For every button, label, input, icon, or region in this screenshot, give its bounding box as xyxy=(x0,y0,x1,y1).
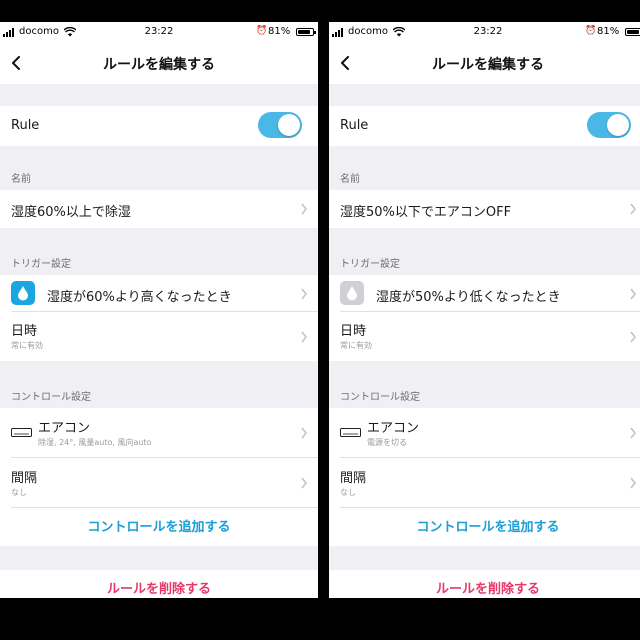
name-section-label: 名前 xyxy=(11,174,31,185)
chevron-right-icon xyxy=(301,477,308,489)
control-interval-row[interactable]: 間隔 なし xyxy=(0,458,318,508)
trigger-humidity-row[interactable]: 湿度が60%より高くなったとき xyxy=(0,275,318,312)
control-interval-title: 間隔 xyxy=(11,471,38,486)
alarm-icon: ⏰ xyxy=(256,26,268,36)
control-section-label: コントロール設定 xyxy=(11,392,91,403)
rule-label: Rule xyxy=(340,118,369,133)
humidity-badge xyxy=(11,281,35,305)
battery-percent: 81% xyxy=(597,26,620,37)
control-ac-row[interactable]: エアコン 除湿, 24°, 風量auto, 風向auto xyxy=(0,408,318,458)
trigger-time-title: 日時 xyxy=(340,324,367,339)
add-control-button[interactable]: コントロールを追加する xyxy=(0,516,318,535)
chevron-right-icon xyxy=(630,288,637,300)
control-ac-title: エアコン xyxy=(367,421,420,436)
trigger-section-label: トリガー設定 xyxy=(340,259,400,270)
phone-screen-left: docomo 23:22 ⏰ 81% ルールを編集する Rule 名前 湿度60… xyxy=(0,22,318,598)
name-section-label: 名前 xyxy=(340,174,360,185)
air-conditioner-icon xyxy=(11,428,32,437)
chevron-right-icon xyxy=(630,203,637,215)
humidity-badge xyxy=(340,281,364,305)
rule-label: Rule xyxy=(11,118,40,133)
chevron-right-icon xyxy=(301,288,308,300)
delete-rule-button[interactable]: ルールを削除する xyxy=(0,578,318,597)
trigger-time-row[interactable]: 日時 常に有効 xyxy=(329,312,640,361)
page-title: ルールを編集する xyxy=(432,57,544,73)
chevron-right-icon xyxy=(301,203,308,215)
add-control-button[interactable]: コントロールを追加する xyxy=(329,516,640,535)
phone-screen-right: docomo 23:22 ⏰ 81% ルールを編集する Rule 名前 湿度50… xyxy=(329,22,640,598)
status-bar: docomo 23:22 ⏰ 81% xyxy=(329,22,640,42)
toggle-knob xyxy=(278,114,300,136)
control-interval-title: 間隔 xyxy=(340,471,367,486)
trigger-time-row[interactable]: 日時 常に有効 xyxy=(0,312,318,361)
control-ac-sub: 電源を切る xyxy=(367,438,407,447)
trigger-time-title: 日時 xyxy=(11,324,38,339)
chevron-right-icon xyxy=(630,427,637,439)
rule-toggle[interactable] xyxy=(587,112,631,138)
toggle-knob xyxy=(607,114,629,136)
control-interval-sub: なし xyxy=(340,488,356,497)
nav-bar: ルールを編集する xyxy=(329,42,640,84)
rule-name-row[interactable]: 湿度50%以下でエアコンOFF xyxy=(329,190,640,228)
trigger-time-sub: 常に有効 xyxy=(340,341,372,350)
control-section-label: コントロール設定 xyxy=(340,392,420,403)
trigger-time-sub: 常に有効 xyxy=(11,341,43,350)
alarm-icon: ⏰ xyxy=(585,26,597,36)
battery-percent: 81% xyxy=(268,26,291,37)
add-control-row: コントロールを追加する xyxy=(329,508,640,546)
chevron-right-icon xyxy=(630,331,637,343)
rule-name-value: 湿度60%以上で除湿 xyxy=(11,205,131,220)
rule-toggle[interactable] xyxy=(258,112,302,138)
air-conditioner-icon xyxy=(340,428,361,437)
add-control-row: コントロールを追加する xyxy=(0,508,318,546)
water-drop-icon xyxy=(347,286,357,301)
trigger-section-label: トリガー設定 xyxy=(11,259,71,270)
delete-rule-row: ルールを削除する xyxy=(0,570,318,598)
control-ac-row[interactable]: エアコン 電源を切る xyxy=(329,408,640,458)
trigger-humidity-row[interactable]: 湿度が50%より低くなったとき xyxy=(329,275,640,312)
trigger-humidity-label: 湿度が50%より低くなったとき xyxy=(376,290,561,305)
control-ac-sub: 除湿, 24°, 風量auto, 風向auto xyxy=(38,438,152,447)
chevron-right-icon xyxy=(301,331,308,343)
control-ac-title: エアコン xyxy=(38,421,91,436)
battery-icon xyxy=(296,28,316,36)
status-bar: docomo 23:22 ⏰ 81% xyxy=(0,22,318,42)
trigger-humidity-label: 湿度が60%より高くなったとき xyxy=(47,290,232,305)
chevron-right-icon xyxy=(301,427,308,439)
nav-bar: ルールを編集する xyxy=(0,42,318,84)
rule-toggle-row: Rule xyxy=(329,106,640,146)
water-drop-icon xyxy=(18,286,28,301)
control-interval-row[interactable]: 間隔 なし xyxy=(329,458,640,508)
rule-name-value: 湿度50%以下でエアコンOFF xyxy=(340,205,512,220)
page-title: ルールを編集する xyxy=(103,57,215,73)
delete-rule-row: ルールを削除する xyxy=(329,570,640,598)
rule-toggle-row: Rule xyxy=(0,106,318,146)
control-interval-sub: なし xyxy=(11,488,27,497)
rule-name-row[interactable]: 湿度60%以上で除湿 xyxy=(0,190,318,228)
delete-rule-button[interactable]: ルールを削除する xyxy=(329,578,640,597)
chevron-right-icon xyxy=(630,477,637,489)
battery-icon xyxy=(625,28,640,36)
